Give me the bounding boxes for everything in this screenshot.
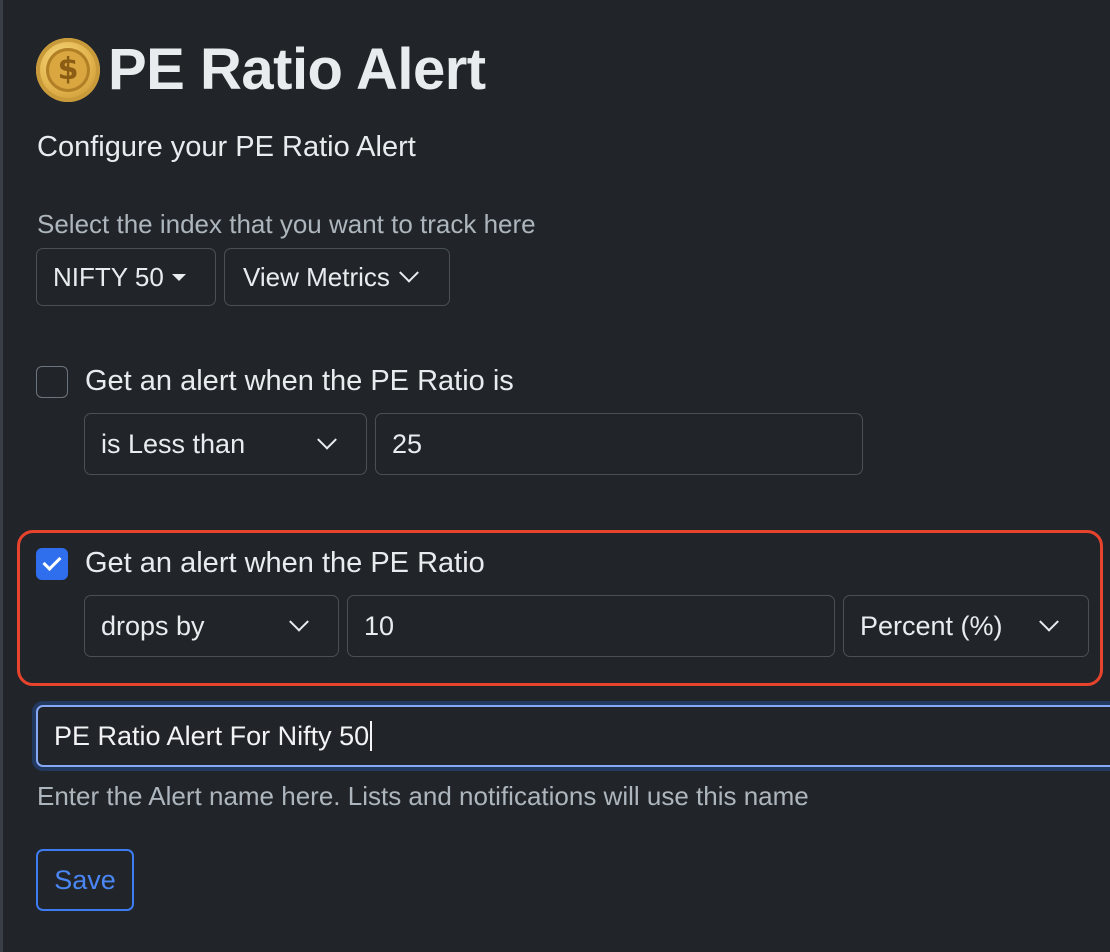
change-unit-select[interactable]: Percent (%) [843, 595, 1089, 657]
threshold-condition-value: is Less than [101, 428, 246, 459]
view-metrics-button[interactable]: View Metrics [224, 248, 450, 306]
chevron-down-icon [317, 429, 337, 450]
threshold-alert-checkbox[interactable] [36, 366, 68, 398]
page-header: $ PE Ratio Alert [36, 36, 486, 103]
save-button[interactable]: Save [36, 849, 134, 911]
index-hint: Select the index that you want to track … [37, 209, 536, 239]
alert-name-input[interactable]: PE Ratio Alert For Nifty 50 [36, 705, 1110, 767]
threshold-alert-label: Get an alert when the PE Ratio is [85, 365, 514, 397]
view-metrics-label: View Metrics [243, 261, 390, 292]
alert-name-helper: Enter the Alert name here. Lists and not… [37, 781, 809, 811]
threshold-value-input[interactable]: 25 [375, 413, 863, 475]
caret-down-icon [171, 273, 186, 281]
change-unit-value: Percent (%) [860, 610, 1003, 641]
alert-name-value: PE Ratio Alert For Nifty 50 [54, 720, 370, 751]
index-dropdown[interactable]: NIFTY 50 [36, 248, 216, 306]
text-cursor [370, 721, 373, 751]
left-border [0, 0, 3, 952]
page-subtitle: Configure your PE Ratio Alert [37, 131, 416, 163]
chevron-down-icon [289, 611, 309, 632]
change-alert-checkbox[interactable] [36, 548, 68, 580]
change-direction-select[interactable]: drops by [84, 595, 339, 657]
dollar-coin-icon: $ [36, 37, 100, 102]
change-alert-label: Get an alert when the PE Ratio [85, 547, 485, 579]
chevron-down-icon [398, 262, 419, 283]
alert-config-page: $ PE Ratio Alert Configure your PE Ratio… [0, 0, 1110, 952]
change-direction-value: drops by [101, 610, 205, 641]
index-dropdown-label: NIFTY 50 [53, 261, 164, 292]
page-title: PE Ratio Alert [108, 37, 486, 102]
chevron-down-icon [1039, 611, 1059, 632]
change-value-input[interactable]: 10 [347, 595, 835, 657]
change-value: 10 [364, 610, 395, 641]
threshold-value: 25 [392, 428, 423, 459]
threshold-condition-select[interactable]: is Less than [84, 413, 367, 475]
